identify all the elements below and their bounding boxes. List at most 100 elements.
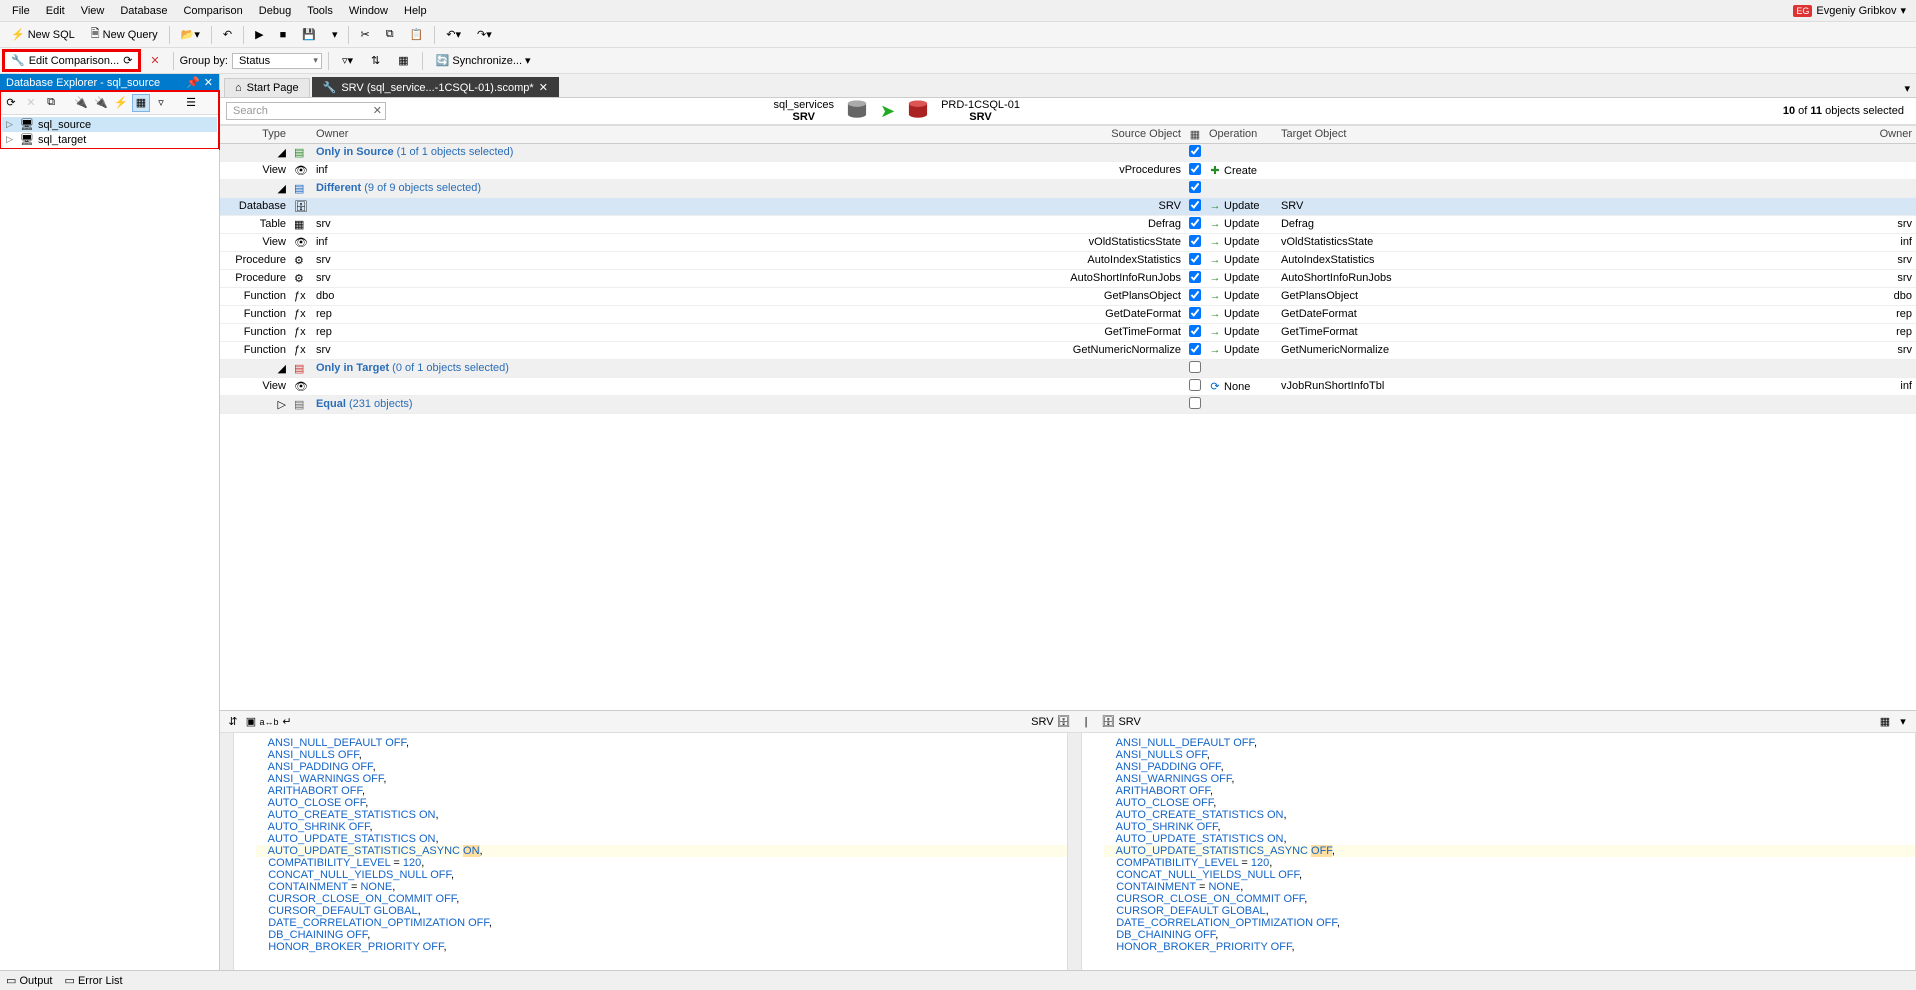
diff-nav-icon[interactable]: ⇵ [224,713,242,731]
diff-pane-left[interactable]: ANSI_NULL_DEFAULT OFF, ANSI_NULLS OFF, A… [220,733,1068,970]
col-owner-target[interactable]: Owner [1876,126,1916,143]
main-toolbar: ⚡New SQL 🗎New Query 📂▾ ↶ ▶ ■ 💾 ▾ ✂ ⧉ 📋 ↶… [0,22,1916,48]
open-button[interactable]: 📂▾ [174,25,207,44]
refresh-icon[interactable]: ⟳ [123,54,132,67]
table-row[interactable]: Procedure⚙srvAutoShortInfoRunJobs→ Updat… [220,269,1916,287]
menu-database[interactable]: Database [112,3,175,19]
connect-icon[interactable]: 🔌 [72,94,90,112]
run-button[interactable]: ▶ [248,25,270,44]
paste-button[interactable]: 📋 [403,25,431,44]
error-list-tab[interactable]: ▭ Error List [65,974,123,987]
table-row[interactable]: View👁infvProcedures✚ Create [220,161,1916,179]
edit-comparison-button[interactable]: 🔧 Edit Comparison... ⟳ [4,51,139,70]
menu-tools[interactable]: Tools [299,3,341,19]
table-row[interactable]: Database🗄SRV→ UpdateSRV [220,197,1916,215]
close-comparison-button[interactable]: ✕ [143,51,166,70]
expand-icon[interactable]: ▷ [6,134,16,145]
table-row[interactable]: Table▦srvDefrag→ UpdateDefragsrv [220,215,1916,233]
group-row[interactable]: ▷▤Equal (231 objects) [220,395,1916,413]
diff-menu-icon[interactable]: ▾ [1894,713,1912,731]
comparison-grid[interactable]: Type Owner Source Object ▦ Operation Tar… [220,125,1916,414]
diff-wrap-icon[interactable]: ↵ [278,713,296,731]
sidebar-title: Database Explorer - sql_source 📌 ✕ [0,74,219,91]
menu-window[interactable]: Window [341,3,396,19]
group-row[interactable]: ◢▤Only in Target (0 of 1 objects selecte… [220,359,1916,377]
group-by-dropdown[interactable]: Status [232,53,322,69]
pin-icon[interactable]: 📌 [186,76,200,89]
diff-pane-right[interactable]: ANSI_NULL_DEFAULT OFF, ANSI_NULLS OFF, A… [1068,733,1916,970]
diff-left-label: SRV 🗄 [1031,715,1070,728]
group-icon[interactable]: ▦ [132,94,150,112]
arrow-icon: ➤ [880,101,895,122]
table-row[interactable]: Procedure⚙srvAutoIndexStatistics→ Update… [220,251,1916,269]
user-area[interactable]: EG Evgeniy Gribkov ▾ [1793,4,1912,17]
tab-start-page[interactable]: ⌂ Start Page [224,78,310,97]
database-tree[interactable]: ▷ 🖥 sql_source ▷ 🖥 sql_target [0,115,219,149]
output-icon: ▭ [6,975,16,987]
col-owner[interactable]: Owner [312,126,352,143]
stop-button[interactable]: ■ [273,26,294,44]
filter-button[interactable]: ▿▾ [335,51,360,70]
table-row[interactable]: FunctionƒxrepGetDateFormat→ UpdateGetDat… [220,305,1916,323]
search-input[interactable]: Search ✕ [226,102,386,120]
refresh-icon[interactable]: ⟳ [2,94,20,112]
copy-icon[interactable]: ⧉ [42,94,60,112]
close-panel-icon[interactable]: ✕ [204,76,213,89]
diff-text-icon[interactable]: a↔b [260,713,278,731]
sync-icon: 🔄 [436,54,450,67]
dropdown-icon[interactable]: ▾ [325,25,345,44]
new-sql-button[interactable]: ⚡New SQL [4,25,82,44]
expand-icon[interactable]: ▷ [6,119,16,130]
menu-file[interactable]: File [4,3,38,19]
cut-button[interactable]: ✂ [353,25,376,44]
save-button[interactable]: 💾 [295,25,323,44]
target-server: SRV [941,111,1020,123]
undo-nav-button[interactable]: ↶ [216,25,239,44]
col-target[interactable]: Target Object [1277,126,1876,143]
redo-button[interactable]: ↷▾ [470,25,499,44]
close-tab-icon[interactable]: ✕ [539,81,548,94]
expand-button[interactable]: ⇅ [364,51,387,70]
target-db-name: PRD-1CSQL-01 [941,99,1020,111]
properties-icon[interactable]: ☰ [182,94,200,112]
db-icon: 🖥 [20,133,34,146]
disconnect-all-icon[interactable]: ⚡ [112,94,130,112]
tab-overflow-icon[interactable]: ▾ [1898,80,1916,97]
copy-button[interactable]: ⧉ [379,25,401,44]
menu-view[interactable]: View [73,3,113,19]
tab-comparison[interactable]: 🔧 SRV (sql_service...-1CSQL-01).scomp* ✕ [312,77,559,97]
tree-item-target[interactable]: ▷ 🖥 sql_target [2,132,217,147]
diff-side-icon[interactable]: ▣ [242,713,260,731]
table-row[interactable]: View👁⟳ NonevJobRunShortInfoTblinf [220,377,1916,395]
table-row[interactable]: FunctionƒxrepGetTimeFormat→ UpdateGetTim… [220,323,1916,341]
disconnect-icon[interactable]: 🔌 [92,94,110,112]
tree-item-source[interactable]: ▷ 🖥 sql_source [2,117,217,132]
synchronize-button[interactable]: 🔄 Synchronize... ▾ [429,51,538,70]
diff-layout-icon[interactable]: ▦ [1876,713,1894,731]
delete-icon[interactable]: ✕ [22,94,40,112]
columns-button[interactable]: ▦ [391,51,415,70]
group-row[interactable]: ◢▤Different (9 of 9 objects selected) [220,179,1916,197]
col-source[interactable]: Source Object [352,126,1185,143]
table-row[interactable]: FunctionƒxsrvGetNumericNormalize→ Update… [220,341,1916,359]
group-row[interactable]: ◢▤Only in Source (1 of 1 objects selecte… [220,143,1916,161]
menu-debug[interactable]: Debug [251,3,299,19]
col-type[interactable]: Type [220,126,290,143]
col-check[interactable]: ▦ [1185,126,1205,143]
menu-comparison[interactable]: Comparison [175,3,250,19]
sql-icon: ⚡ [11,28,25,41]
col-operation[interactable]: Operation [1205,126,1277,143]
clear-search-icon[interactable]: ✕ [373,104,382,117]
filter-icon[interactable]: ▿ [152,94,170,112]
output-tab[interactable]: ▭ Output [6,974,53,987]
menu-help[interactable]: Help [396,3,435,19]
new-query-button[interactable]: 🗎New Query [84,22,165,47]
user-name: Evgeniy Gribkov [1816,5,1896,17]
user-dropdown-icon[interactable]: ▾ [1900,4,1906,17]
table-row[interactable]: View👁infvOldStatisticsState→ UpdatevOldS… [220,233,1916,251]
menu-edit[interactable]: Edit [38,3,73,19]
table-row[interactable]: FunctionƒxdboGetPlansObject→ UpdateGetPl… [220,287,1916,305]
menu-bar: FileEditViewDatabaseComparisonDebugTools… [0,0,1916,22]
undo-button[interactable]: ↶▾ [439,25,468,44]
status-bar: ▭ Output ▭ Error List [0,970,1916,990]
